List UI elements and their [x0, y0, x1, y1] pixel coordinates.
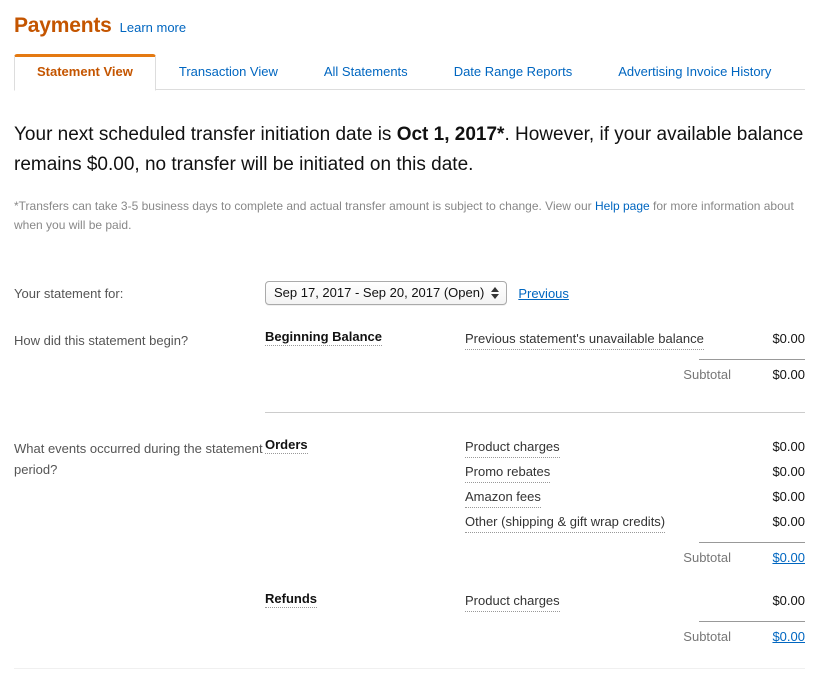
notice-text-part1: Your next scheduled transfer initiation … — [14, 124, 397, 145]
statement-group: Beginning Balance Previous statement's un… — [265, 329, 805, 382]
subtotal-row: Subtotal $0.00 — [465, 629, 805, 644]
line-item-amount: $0.00 — [772, 439, 805, 454]
page-title: Payments — [14, 14, 112, 37]
statement-section: How did this statement begin? Beginning B… — [14, 329, 805, 382]
subtotal-divider — [699, 542, 805, 543]
line-item-amount: $0.00 — [772, 489, 805, 504]
stepper-arrows-icon — [491, 286, 500, 299]
subtotal-row: Subtotal $0.00 — [465, 550, 805, 565]
statement-selector-label: Your statement for: — [14, 285, 124, 301]
group-name[interactable]: Refunds — [265, 591, 317, 608]
subtotal-label: Subtotal — [683, 629, 731, 644]
section-divider — [14, 412, 805, 413]
group-lines: Previous statement's unavailable balance… — [465, 329, 805, 382]
subtotal-row: Subtotal $0.00 — [465, 367, 805, 382]
line-item-label[interactable]: Other (shipping & gift wrap credits) — [465, 512, 666, 533]
line-item-amount: $0.00 — [772, 464, 805, 479]
statement-sections: How did this statement begin? Beginning B… — [14, 329, 805, 644]
group-lines: Product charges $0.00 Promo rebates $0.00 Am… — [465, 437, 805, 565]
group-lines: Product charges $0.00 Subtotal $0.00 — [465, 591, 805, 644]
line-item-amount: $0.00 — [772, 514, 805, 529]
transfer-notice: Your next scheduled transfer initiation … — [14, 120, 804, 180]
page-header: Payments Learn more — [0, 0, 819, 38]
subtotal-divider — [699, 359, 805, 360]
line-item: Product charges $0.00 — [465, 437, 805, 458]
line-item: Other (shipping & gift wrap credits) $0.0… — [465, 512, 805, 533]
page-bottom-divider — [14, 668, 805, 669]
line-item-amount: $0.00 — [772, 331, 805, 346]
tab-all-statements[interactable]: All Statements — [301, 54, 431, 90]
group-name[interactable]: Beginning Balance — [265, 329, 383, 346]
tab-statement-view[interactable]: Statement View — [14, 54, 156, 91]
section-rows: Orders Product charges $0.00 Promo rebates $… — [265, 437, 805, 644]
statement-period-value: Sep 17, 2017 - Sep 20, 2017 (Open) — [274, 285, 485, 300]
subtotal-label: Subtotal — [683, 367, 731, 382]
line-item-label[interactable]: Promo rebates — [465, 462, 551, 483]
subtotal-amount[interactable]: $0.00 — [745, 550, 805, 565]
line-item: Product charges $0.00 — [465, 591, 805, 612]
tab-list: Statement View Transaction View All Statem… — [14, 54, 819, 91]
line-item-label[interactable]: Amazon fees — [465, 487, 541, 508]
line-item: Promo rebates $0.00 — [465, 462, 805, 483]
help-page-link[interactable]: Help page — [595, 199, 650, 213]
line-item-label[interactable]: Product charges — [465, 591, 560, 612]
tab-bar: Statement View Transaction View All Statem… — [0, 54, 819, 91]
group-name[interactable]: Orders — [265, 437, 308, 454]
line-item-amount: $0.00 — [772, 593, 805, 608]
line-item-label[interactable]: Product charges — [465, 437, 560, 458]
tab-advertising-invoice-history[interactable]: Advertising Invoice History — [595, 54, 794, 90]
transfer-footnote: *Transfers can take 3-5 business days to… — [14, 197, 794, 235]
footnote-text-part1: *Transfers can take 3-5 business days to… — [14, 199, 595, 213]
statement-section: What events occurred during the statemen… — [14, 437, 805, 644]
section-rows: Beginning Balance Previous statement's un… — [265, 329, 805, 382]
learn-more-link[interactable]: Learn more — [120, 20, 186, 35]
section-question: How did this statement begin? — [14, 333, 189, 348]
line-item: Previous statement's unavailable balance… — [465, 329, 805, 350]
statement-group: Orders Product charges $0.00 Promo rebates $… — [265, 437, 805, 565]
statement-selector-row: Your statement for: Sep 17, 2017 - Sep 2… — [14, 281, 805, 305]
tab-transaction-view[interactable]: Transaction View — [156, 54, 301, 90]
statement-period-select[interactable]: Sep 17, 2017 - Sep 20, 2017 (Open) — [265, 281, 508, 305]
line-item: Amazon fees $0.00 — [465, 487, 805, 508]
subtotal-divider — [699, 621, 805, 622]
subtotal-amount: $0.00 — [772, 367, 805, 382]
statement-group: Refunds Product charges $0.00 Subtotal $0.00 — [265, 591, 805, 644]
tab-date-range-reports[interactable]: Date Range Reports — [431, 54, 596, 90]
line-item-label[interactable]: Previous statement's unavailable balance — [465, 329, 704, 350]
previous-statement-link[interactable]: Previous — [518, 286, 569, 301]
subtotal-label: Subtotal — [683, 550, 731, 565]
section-question: What events occurred during the statemen… — [14, 441, 263, 477]
subtotal-amount[interactable]: $0.00 — [745, 629, 805, 644]
notice-transfer-date: Oct 1, 2017* — [396, 124, 505, 145]
